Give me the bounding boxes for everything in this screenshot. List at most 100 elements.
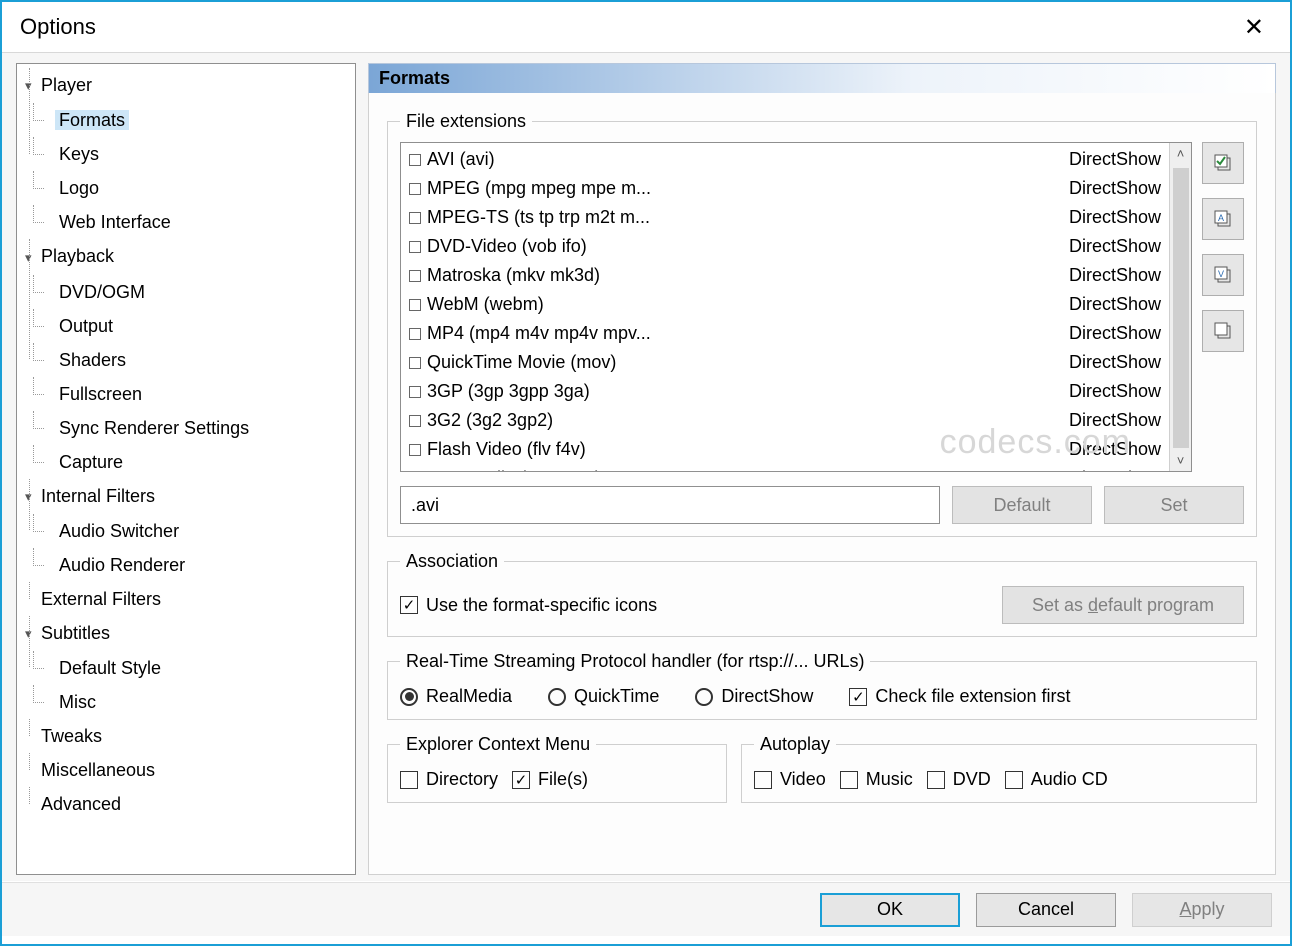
tree-item[interactable]: Advanced (25, 787, 349, 821)
check-ext-first-checkbox[interactable]: ✓Check file extension first (849, 686, 1070, 707)
tree-item[interactable]: Miscellaneous (25, 753, 349, 787)
extension-checkbox[interactable] (409, 241, 421, 253)
extension-list-item[interactable]: Flash Video (flv f4v)DirectShow (405, 435, 1165, 464)
tree-item[interactable]: ▾Playback DVD/OGM Output Shaders Fullscreen S… (25, 239, 349, 478)
tree-item[interactable]: ▾Internal Filters Audio Switcher Audio Ren… (25, 479, 349, 582)
tree-item[interactable]: Shaders (43, 343, 349, 377)
autoplay-video-checkbox[interactable]: Video (754, 769, 826, 790)
tree-item[interactable]: ▾Subtitles Default Style Misc (25, 616, 349, 719)
tree-item[interactable]: Output (43, 309, 349, 343)
extension-list-item[interactable]: AVI (avi)DirectShow (405, 145, 1165, 174)
extension-list-item[interactable]: MPEG-TS (ts tp trp m2t m...DirectShow (405, 203, 1165, 232)
scroll-up-icon[interactable]: ˄ (1177, 143, 1185, 164)
tree-item[interactable]: Default Style (43, 651, 349, 685)
collapse-icon[interactable]: ▾ (25, 617, 37, 651)
extension-list-item[interactable]: 3GP (3gp 3gpp 3ga)DirectShow (405, 377, 1165, 406)
extension-checkbox[interactable] (409, 444, 421, 456)
autoplay-dvd-checkbox[interactable]: DVD (927, 769, 991, 790)
extension-checkbox[interactable] (409, 328, 421, 340)
tree-label[interactable]: Shaders (55, 350, 130, 370)
directory-checkbox[interactable]: Directory (400, 769, 498, 790)
tree-item[interactable]: Fullscreen (43, 377, 349, 411)
tree-label[interactable]: Internal Filters (37, 486, 159, 506)
tree-label[interactable]: Misc (55, 692, 100, 712)
tree-label[interactable]: External Filters (37, 589, 165, 609)
tree-label[interactable]: DVD/OGM (55, 282, 149, 302)
tree-label[interactable]: Capture (55, 452, 127, 472)
tree-label[interactable]: Audio Switcher (55, 521, 183, 541)
select-video-button[interactable]: V (1202, 254, 1244, 296)
tree-item[interactable]: Formats (43, 103, 349, 137)
autoplay-music-checkbox[interactable]: Music (840, 769, 913, 790)
tree-label[interactable]: Miscellaneous (37, 760, 159, 780)
extension-checkbox[interactable] (409, 299, 421, 311)
tree-label[interactable]: Tweaks (37, 726, 106, 746)
tree-label[interactable]: Logo (55, 178, 103, 198)
tree-label[interactable]: Audio Renderer (55, 555, 189, 575)
set-default-program-button[interactable]: Set as default program (1002, 586, 1244, 624)
rtsp-realmedia-radio[interactable]: RealMedia (400, 686, 512, 707)
tree-item[interactable]: Logo (43, 171, 349, 205)
tree-label[interactable]: Output (55, 316, 117, 336)
extension-input[interactable] (400, 486, 940, 524)
tree-label[interactable]: Fullscreen (55, 384, 146, 404)
tree-label[interactable]: Keys (55, 144, 103, 164)
collapse-icon[interactable]: ▾ (25, 480, 37, 514)
tree-label[interactable]: Subtitles (37, 623, 114, 643)
tree-item[interactable]: Audio Switcher (43, 514, 349, 548)
tree-item[interactable]: Capture (43, 445, 349, 479)
tree-label[interactable]: Advanced (37, 794, 125, 814)
extension-checkbox[interactable] (409, 270, 421, 282)
tree-item[interactable]: ▾Player Formats Keys Logo Web Interface (25, 68, 349, 239)
tree-label[interactable]: Playback (37, 246, 118, 266)
tree-item[interactable]: Keys (43, 137, 349, 171)
collapse-icon[interactable]: ▾ (25, 241, 37, 275)
extension-list-item[interactable]: MPEG (mpg mpeg mpe m...DirectShow (405, 174, 1165, 203)
tree-item[interactable]: DVD/OGM (43, 275, 349, 309)
autoplay-audiocd-checkbox[interactable]: Audio CD (1005, 769, 1108, 790)
extension-list-item[interactable]: Matroska (mkv mk3d)DirectShow (405, 261, 1165, 290)
tree-label[interactable]: Player (37, 75, 96, 95)
extension-list-item[interactable]: QuickTime Movie (mov)DirectShow (405, 348, 1165, 377)
extension-checkbox[interactable] (409, 386, 421, 398)
extension-list-item[interactable]: MP4 (mp4 m4v mp4v mpv...DirectShow (405, 319, 1165, 348)
select-all-checked-button[interactable] (1202, 142, 1244, 184)
rtsp-directshow-radio[interactable]: DirectShow (695, 686, 813, 707)
tree-item[interactable]: External Filters (25, 582, 349, 616)
tree-label[interactable]: Formats (55, 110, 129, 130)
extension-list-item[interactable]: WebM (webm)DirectShow (405, 290, 1165, 319)
scroll-down-icon[interactable]: ˅ (1177, 450, 1185, 471)
collapse-icon[interactable]: ▾ (25, 69, 37, 103)
default-button[interactable]: Default (952, 486, 1092, 524)
tree-item[interactable]: Tweaks (25, 719, 349, 753)
tree-item[interactable]: Audio Renderer (43, 548, 349, 582)
extension-checkbox[interactable] (409, 183, 421, 195)
scrollbar[interactable]: ˄ ˅ (1169, 143, 1191, 471)
files-checkbox[interactable]: ✓File(s) (512, 769, 588, 790)
tree-item[interactable]: Web Interface (43, 205, 349, 239)
extension-checkbox[interactable] (409, 415, 421, 427)
select-none-button[interactable] (1202, 310, 1244, 352)
apply-button[interactable]: Apply (1132, 893, 1272, 927)
tree-label[interactable]: Sync Renderer Settings (55, 418, 253, 438)
cancel-button[interactable]: Cancel (976, 893, 1116, 927)
options-tree[interactable]: ▾PlayerFormatsKeysLogoWeb Interface▾Play… (16, 63, 356, 875)
extension-list-item[interactable]: DVD-Video (vob ifo)DirectShow (405, 232, 1165, 261)
set-button[interactable]: Set (1104, 486, 1244, 524)
tree-item[interactable]: Sync Renderer Settings (43, 411, 349, 445)
select-audio-button[interactable]: A (1202, 198, 1244, 240)
ok-button[interactable]: OK (820, 893, 960, 927)
extension-list-item[interactable]: 3G2 (3g2 3gp2)DirectShow (405, 406, 1165, 435)
extension-checkbox[interactable] (409, 357, 421, 369)
tree-label[interactable]: Web Interface (55, 212, 175, 232)
close-icon[interactable]: ✕ (1236, 13, 1272, 42)
extension-list-item[interactable]: Ogg Media (ogm ogv)DirectShow (405, 464, 1165, 472)
rtsp-quicktime-radio[interactable]: QuickTime (548, 686, 659, 707)
extension-checkbox[interactable] (409, 212, 421, 224)
tree-label[interactable]: Default Style (55, 658, 165, 678)
extension-checkbox[interactable] (409, 154, 421, 166)
file-extensions-list[interactable]: AVI (avi)DirectShowMPEG (mpg mpeg mpe m.… (400, 142, 1192, 472)
tree-item[interactable]: Misc (43, 685, 349, 719)
scroll-thumb[interactable] (1173, 168, 1189, 448)
use-format-icons-checkbox[interactable]: ✓ Use the format-specific icons (400, 595, 657, 616)
